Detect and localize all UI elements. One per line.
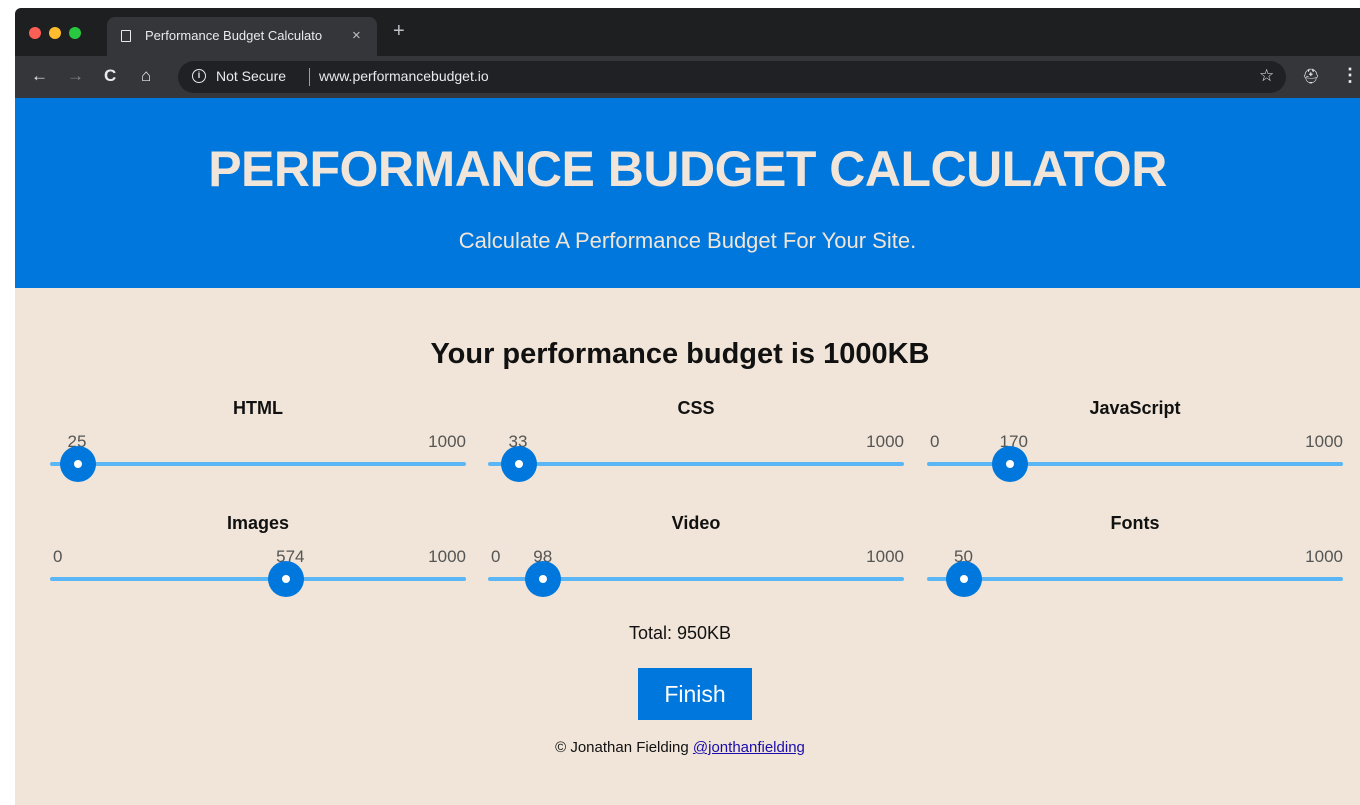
footer: © Jonathan Fielding @jonthanfielding (15, 739, 1360, 756)
slider-images: Images 0 574 1000 (50, 513, 466, 623)
slider-max-label: 1000 (1305, 547, 1343, 566)
slider-label: HTML (233, 398, 283, 418)
arrow-right-icon[interactable]: → (67, 66, 84, 86)
minimize-window-button[interactable] (49, 27, 61, 39)
info-icon[interactable]: i (192, 69, 206, 83)
security-label: Not Secure (216, 68, 287, 84)
new-tab-button[interactable]: + (393, 21, 405, 41)
slider-thumb[interactable] (500, 446, 537, 482)
slider-label: Video (671, 513, 721, 533)
slider-max-label: 1000 (428, 547, 466, 566)
arrow-left-icon[interactable]: ← (31, 66, 48, 86)
slider-track[interactable] (50, 577, 466, 581)
slider-min-label: 0 (53, 547, 63, 566)
slider-track[interactable] (927, 462, 1343, 466)
slider-max-label: 1000 (866, 547, 904, 566)
star-icon[interactable]: ☆ (1259, 65, 1274, 87)
total-label: Total: 950KB (628, 623, 732, 643)
document-icon (121, 30, 131, 42)
slider-thumb[interactable] (59, 446, 96, 482)
slider-track[interactable] (50, 462, 466, 466)
twitter-link[interactable]: @jonthanfielding (693, 739, 805, 756)
incognito-icon[interactable]: ⛑ (1302, 66, 1320, 86)
slider-label: Fonts (1110, 513, 1160, 533)
slider-min-label: 0 (930, 432, 940, 451)
page-title: PERFORMANCE BUDGET CALCULATOR (208, 141, 1167, 197)
slider-track[interactable] (927, 577, 1343, 581)
slider-video: Video 0 98 1000 (488, 513, 904, 623)
slider-track[interactable] (488, 462, 904, 466)
footer-copyright: © Jonathan Fielding (555, 739, 689, 756)
slider-thumb[interactable] (525, 561, 562, 597)
slider-max-label: 1000 (428, 432, 466, 451)
home-icon[interactable]: ⌂ (141, 66, 151, 86)
address-bar[interactable]: i Not Secure www.performancebudget.io (178, 61, 1286, 93)
budget-heading: Your performance budget is 1000KB (430, 338, 930, 370)
tab-bar: Performance Budget Calculato × + (15, 8, 1360, 56)
slider-min-label: 0 (491, 547, 501, 566)
url-divider (309, 68, 310, 86)
page-subtitle: Calculate A Performance Budget For Your … (458, 228, 917, 253)
tab-close-icon[interactable]: × (352, 27, 361, 45)
browser-toolbar: ← → C ⌂ i Not Secure www.performancebudg… (15, 56, 1360, 98)
hero-banner: PERFORMANCE BUDGET CALCULATOR Calculate … (15, 98, 1360, 288)
slider-label: CSS (677, 398, 715, 418)
maximize-window-button[interactable] (69, 27, 81, 39)
slider-html: HTML 25 1000 (50, 398, 466, 508)
browser-tab[interactable]: Performance Budget Calculato × (107, 17, 377, 56)
slider-fonts: Fonts 50 1000 (927, 513, 1343, 623)
url-text[interactable]: www.performancebudget.io (319, 68, 489, 84)
slider-css: CSS 33 1000 (488, 398, 904, 508)
slider-max-label: 1000 (1305, 432, 1343, 451)
browser-window: Performance Budget Calculato × + ← → C ⌂… (15, 8, 1360, 805)
slider-label: Images (226, 513, 290, 533)
slider-thumb[interactable] (991, 446, 1028, 482)
kebab-menu-icon[interactable]: ⋮ (1341, 65, 1359, 85)
finish-button[interactable]: Finish (638, 668, 752, 720)
slider-label: JavaScript (1089, 398, 1181, 418)
slider-thumb[interactable] (268, 561, 305, 597)
slider-thumb[interactable] (946, 561, 982, 597)
tab-title: Performance Budget Calculato (145, 28, 323, 43)
close-window-button[interactable] (29, 27, 41, 39)
slider-javascript: JavaScript 0 170 1000 (927, 398, 1343, 508)
reload-icon[interactable]: C (104, 66, 116, 86)
slider-max-label: 1000 (866, 432, 904, 451)
